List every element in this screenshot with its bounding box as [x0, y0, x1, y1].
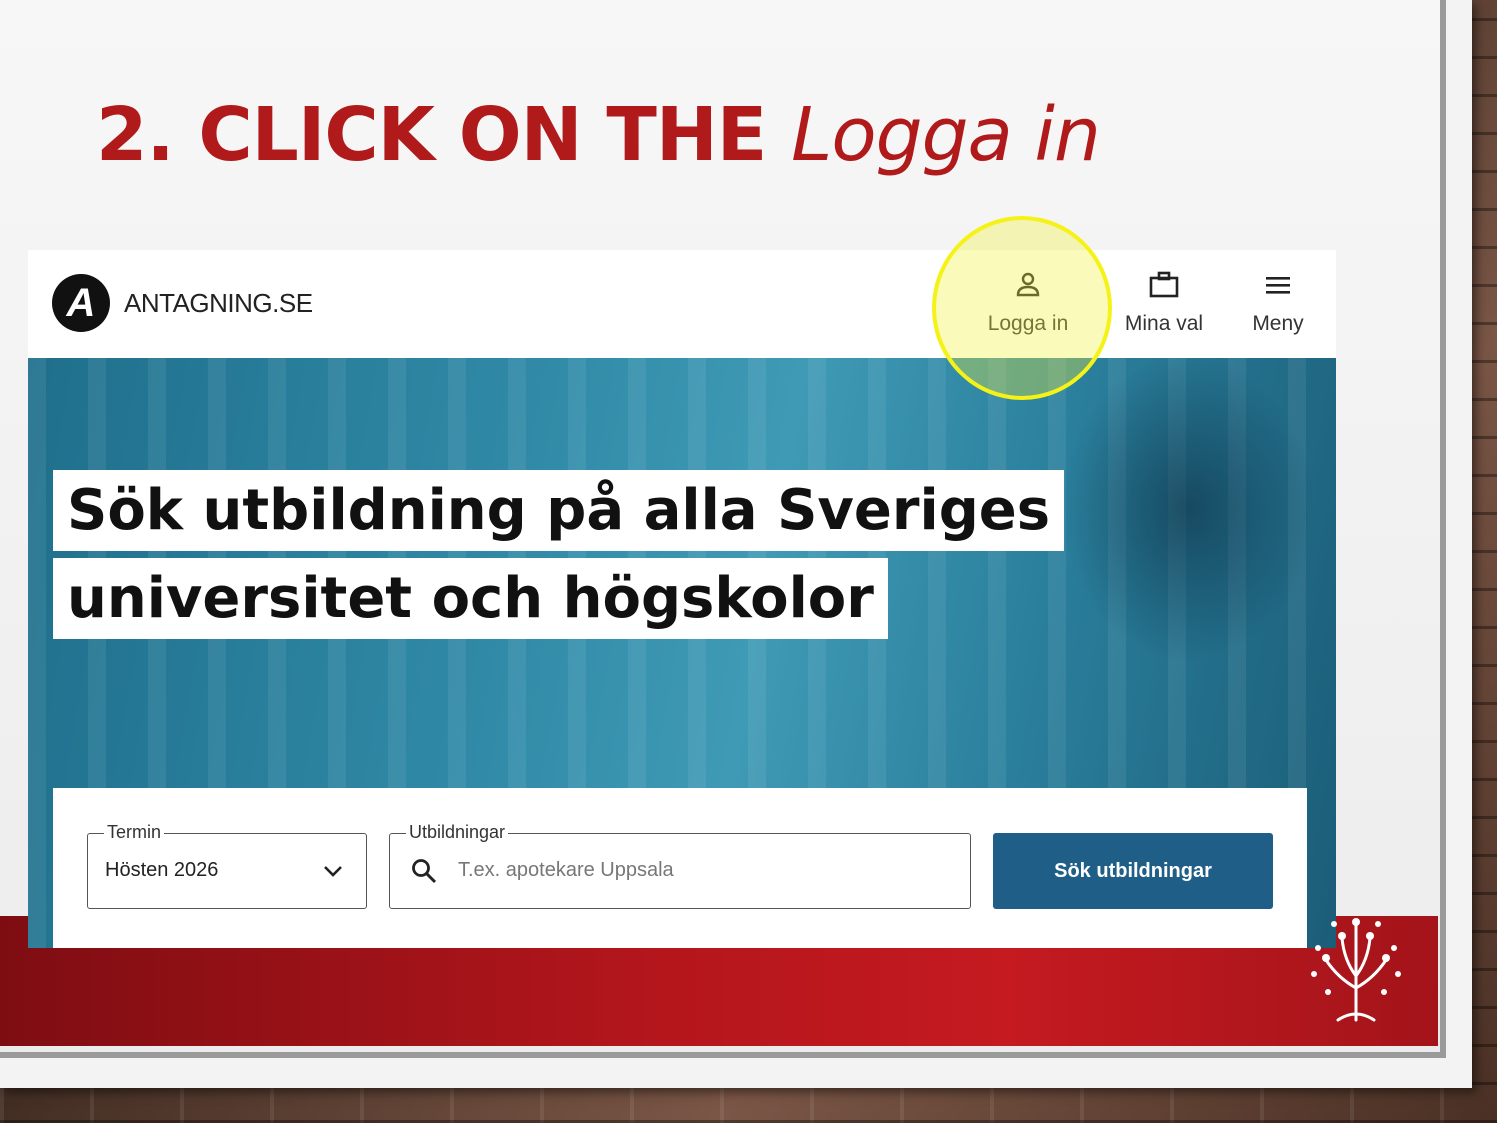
- programs-placeholder: T.ex. apotekare Uppsala: [458, 859, 674, 881]
- menu-label: Meny: [1252, 312, 1304, 335]
- programs-search-field[interactable]: Utbildningar T.ex. apotekare Uppsala: [389, 822, 971, 909]
- term-label: Termin: [104, 822, 165, 843]
- search-card: Termin Hösten 2026 Utbildningar T.ex. ap…: [53, 788, 1307, 948]
- my-choices-button[interactable]: Mina val: [1114, 270, 1214, 336]
- headline-line-2: universitet och högskolor: [53, 558, 888, 639]
- website-screenshot: A ANTAGNING.SE Logga in Mina val Meny Sö…: [28, 250, 1336, 948]
- menu-button[interactable]: Meny: [1242, 270, 1314, 336]
- login-highlight-circle: [932, 216, 1112, 400]
- slide-title-prefix: 2. CLICK ON THE: [96, 92, 792, 178]
- term-value: Hösten 2026: [105, 859, 219, 881]
- briefcase-icon: [1149, 271, 1179, 298]
- search-icon: [412, 859, 437, 884]
- search-submit-button[interactable]: Sök utbildningar: [993, 833, 1273, 909]
- headline-line-1: Sök utbildning på alla Sveriges: [53, 470, 1065, 551]
- site-header: A ANTAGNING.SE Logga in Mina val Meny: [28, 250, 1336, 358]
- site-brand[interactable]: ANTAGNING.SE: [124, 288, 313, 319]
- chevron-down-icon: [324, 866, 342, 877]
- term-select[interactable]: Termin Hösten 2026: [87, 822, 367, 909]
- hero-image: Sök utbildning på alla Sveriges universi…: [28, 358, 1336, 948]
- logo-icon[interactable]: A: [52, 274, 110, 332]
- my-choices-label: Mina val: [1124, 312, 1204, 335]
- slide: 2. CLICK ON THE Logga in A ANTAGNING.SE …: [0, 0, 1472, 1088]
- slide-title: 2. CLICK ON THE Logga in: [96, 92, 1101, 178]
- programs-label: Utbildningar: [406, 822, 509, 843]
- slide-title-emphasis: Logga in: [791, 92, 1101, 178]
- hamburger-menu-icon: [1266, 277, 1290, 294]
- tree-logo-icon: [1311, 918, 1401, 1022]
